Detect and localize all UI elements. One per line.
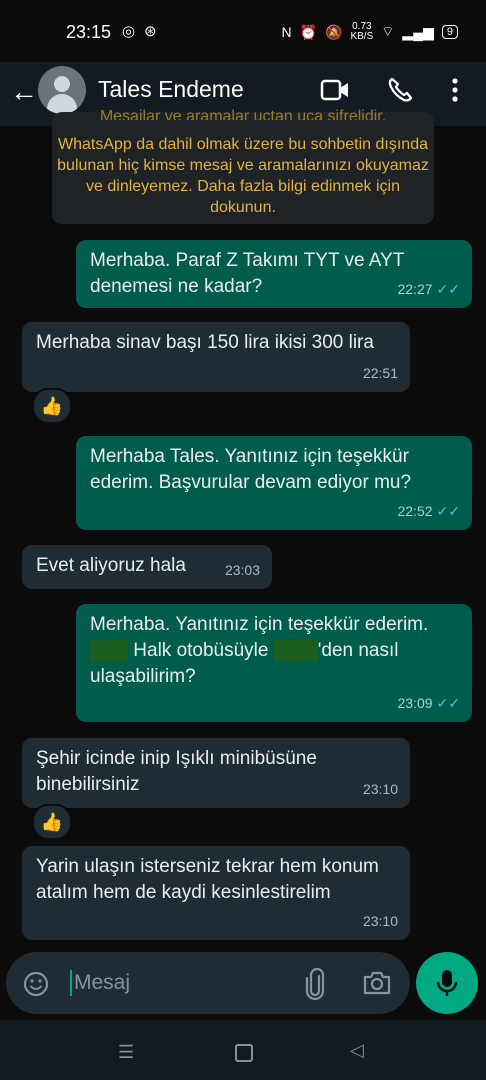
message-time: 23:10 — [362, 781, 398, 797]
battery-icon: 9 — [441, 25, 458, 39]
message-text-part: Halk otobüsüyle — [128, 640, 274, 661]
more-options-icon[interactable] — [448, 76, 462, 104]
redacted-block — [90, 639, 128, 662]
message-bubble-incoming[interactable]: Evet aliyoruz hala 23:03 — [22, 545, 272, 589]
message-text: Şehir icinde inip Işıklı minibüsüne bine… — [36, 748, 317, 795]
message-bubble-outgoing[interactable]: Merhaba Tales. Yanıtınız için teşekkür e… — [76, 436, 472, 530]
mute-icon: 🔕 — [325, 23, 343, 40]
message-time: 23:09 ✓✓ — [397, 695, 460, 711]
thumbs-up-reaction-icon[interactable]: 👍 — [32, 804, 72, 840]
nfc-icon: N — [281, 24, 292, 40]
message-bubble-incoming[interactable]: Şehir icinde inip Işıklı minibüsüne bine… — [22, 738, 410, 808]
message-input-bar[interactable]: Mesaj — [6, 952, 410, 1014]
status-time: 23:15 — [66, 22, 112, 42]
mic-icon — [436, 970, 458, 996]
message-time: 22:52 ✓✓ — [397, 503, 460, 519]
message-text: Merhaba Tales. Yanıtınız için teşekkür e… — [90, 446, 412, 493]
text-cursor — [70, 970, 72, 996]
net-speed: 0.73 KB/S — [350, 21, 374, 42]
message-text-line1: Merhaba. Yanıtınız için teşekkür ederim. — [90, 614, 429, 635]
message-text: Merhaba. Paraf Z Takımı TYT ve AYT denem… — [90, 250, 404, 297]
encryption-notice[interactable]: Mesajlar ve aramalar uçtan uca şifrelidi… — [52, 108, 434, 224]
message-text: Merhaba sinav başı 150 lira ikisi 300 li… — [36, 332, 374, 353]
message-input[interactable]: Mesaj — [74, 971, 130, 995]
notice-hidden-line: Mesajlar ve aramalar uçtan uca şifrelidi… — [99, 108, 387, 120]
read-ticks-icon: ✓✓ — [436, 695, 460, 711]
mic-button[interactable] — [416, 952, 478, 1014]
attach-icon[interactable] — [304, 968, 326, 1000]
recent-apps-icon[interactable]: ☰ — [118, 1042, 134, 1063]
wifi-icon: ⌔ — [381, 23, 395, 39]
thumbs-up-reaction-icon[interactable]: 👍 — [32, 388, 72, 424]
message-bubble-incoming[interactable]: Merhaba sinav başı 150 lira ikisi 300 li… — [22, 322, 410, 392]
message-bubble-outgoing[interactable]: Merhaba. Yanıtınız için teşekkür ederim.… — [76, 604, 472, 722]
read-ticks-icon: ✓✓ — [436, 503, 460, 519]
alarm-icon: ⏰ — [299, 23, 318, 40]
voice-call-icon[interactable] — [386, 76, 414, 104]
signal-icon: ▂▄▆ — [402, 23, 434, 40]
emoji-icon[interactable] — [22, 970, 50, 998]
message-bubble-outgoing[interactable]: Merhaba. Paraf Z Takımı TYT ve AYT denem… — [76, 240, 472, 308]
message-text: Yarin ulaşın isterseniz tekrar hem konum… — [36, 856, 379, 903]
status-bar: 23:15 ◎ ⊛ N ⏰ 🔕 0.73 KB/S ⌔ ▂▄▆ 9 — [0, 0, 486, 62]
contact-name[interactable]: Tales Endeme — [98, 76, 244, 103]
notice-text: WhatsApp da dahil olmak üzere bu sohbeti… — [57, 136, 429, 216]
message-time: 23:03 — [224, 562, 260, 578]
redacted-block — [273, 639, 318, 662]
message-bubble-incoming[interactable]: Yarin ulaşın isterseniz tekrar hem konum… — [22, 846, 410, 940]
message-time: 23:10 — [362, 913, 398, 929]
camera-icon[interactable] — [362, 970, 392, 996]
status-icons: N ⏰ 🔕 0.73 KB/S ⌔ ▂▄▆ 9 — [281, 22, 458, 42]
instagram-icon: ◎ — [122, 23, 136, 40]
system-nav-bar: ☰ ◁ — [0, 1020, 486, 1080]
message-text: Evet aliyoruz hala — [36, 555, 186, 576]
home-icon[interactable] — [235, 1044, 253, 1062]
video-call-icon[interactable] — [320, 78, 350, 102]
read-ticks-icon: ✓✓ — [436, 281, 460, 297]
message-time: 22:51 — [362, 365, 398, 381]
message-time: 22:27 ✓✓ — [397, 281, 460, 297]
back-arrow-icon[interactable]: ← — [10, 76, 38, 108]
app-icon: ⊛ — [144, 23, 157, 40]
nav-back-icon[interactable]: ◁ — [350, 1040, 364, 1061]
